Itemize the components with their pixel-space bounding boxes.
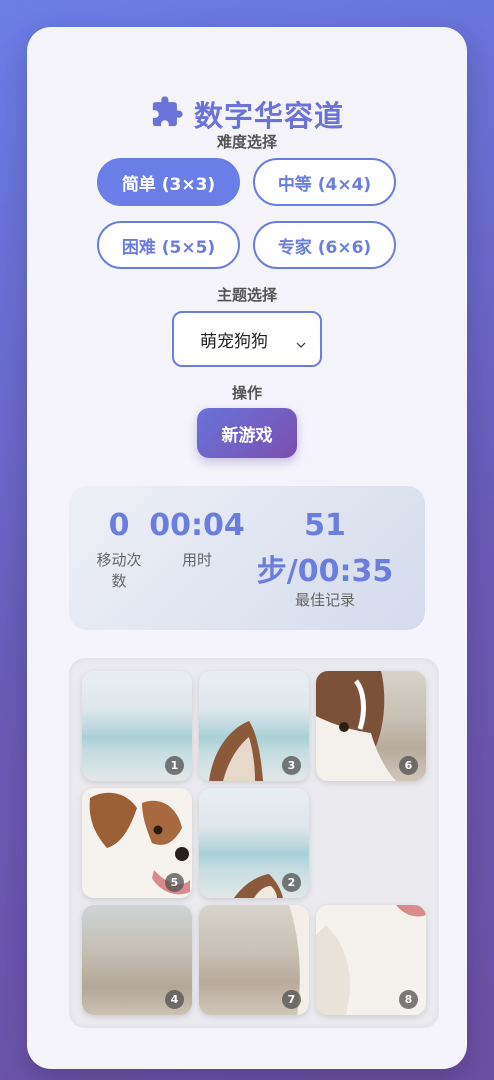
difficulty-expert-button[interactable]: 专家 (6×6) <box>253 221 396 269</box>
puzzle-tile[interactable]: 1 <box>82 671 192 781</box>
puzzle-tile[interactable]: 7 <box>199 905 309 1015</box>
puzzle-tile[interactable]: 5 <box>82 788 192 898</box>
tile-number: 2 <box>282 873 301 892</box>
difficulty-hard-button[interactable]: 困难 (5×5) <box>97 221 240 269</box>
puzzle-tile[interactable]: 2 <box>199 788 309 898</box>
actions-label: 操作 <box>231 384 262 402</box>
difficulty-easy-button[interactable]: 简单 (3×3) <box>97 158 240 206</box>
difficulty-label: 难度选择 <box>216 133 277 151</box>
tile-number: 3 <box>282 756 301 775</box>
stats-panel: 0 移动次数 00:04 用时 51 步/00:35 最佳记录 <box>69 486 425 630</box>
theme-select-value: 萌宠狗狗 <box>200 331 268 352</box>
title-row: 数字华容道 <box>27 93 467 135</box>
puzzle-board: 1 3 6 5 2 4 7 8 <box>69 658 439 1028</box>
tile-number: 4 <box>165 990 184 1009</box>
tile-number: 5 <box>165 873 184 892</box>
puzzle-tile[interactable]: 8 <box>316 905 426 1015</box>
chevron-down-icon <box>296 335 306 348</box>
best-value-line2: 步/00:35 <box>256 554 394 589</box>
theme-select[interactable]: 萌宠狗狗 <box>172 311 322 367</box>
puzzle-tile[interactable]: 4 <box>82 905 192 1015</box>
new-game-button[interactable]: 新游戏 <box>197 408 297 458</box>
tile-number: 6 <box>399 756 418 775</box>
tile-number: 8 <box>399 990 418 1009</box>
time-value: 00:04 <box>149 508 245 543</box>
best-label: 最佳记录 <box>294 591 355 609</box>
theme-label: 主题选择 <box>216 286 277 304</box>
moves-value: 0 <box>108 508 130 543</box>
puzzle-tile[interactable]: 3 <box>199 671 309 781</box>
tile-number: 1 <box>165 756 184 775</box>
puzzle-piece-icon <box>150 95 184 133</box>
page-title: 数字华容道 <box>193 99 344 133</box>
empty-slot[interactable] <box>316 788 426 898</box>
best-value-line1: 51 <box>304 508 346 543</box>
puzzle-tile[interactable]: 6 <box>316 671 426 781</box>
tile-number: 7 <box>282 990 301 1009</box>
difficulty-medium-button[interactable]: 中等 (4×4) <box>253 158 396 206</box>
moves-label: 移动次数 <box>96 551 142 590</box>
time-label: 用时 <box>181 551 212 569</box>
